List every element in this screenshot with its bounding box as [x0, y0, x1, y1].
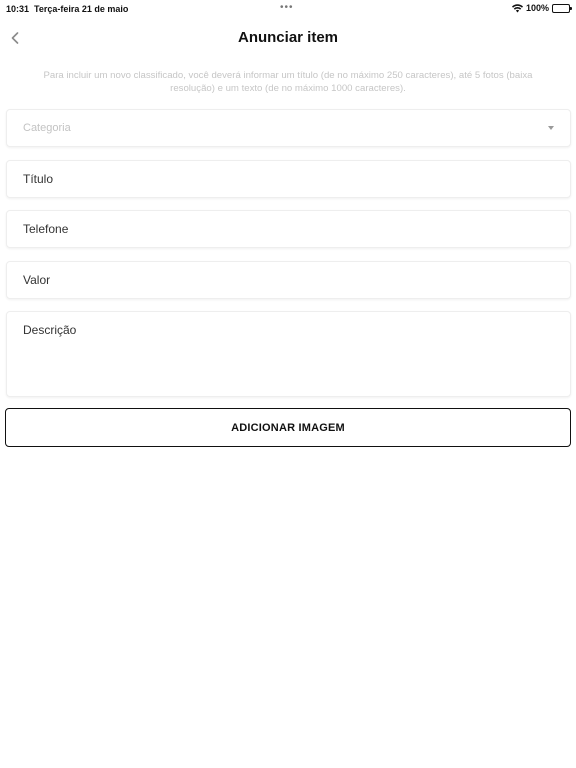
battery-icon	[552, 3, 572, 13]
title-field-wrapper	[6, 160, 571, 198]
category-placeholder: Categoria	[23, 122, 71, 134]
description-field-wrapper	[6, 311, 571, 397]
value-field-wrapper	[6, 261, 571, 299]
battery-percent: 100%	[525, 3, 549, 13]
status-bar: 10:31 Terça-feira 21 de maio ••• 100%	[0, 0, 576, 18]
page-title: Anunciar item	[237, 29, 339, 46]
category-select[interactable]: Categoria	[6, 109, 571, 147]
caret-down-icon	[548, 126, 554, 130]
instructions-text: Para incluir um novo classificado, você …	[43, 70, 533, 94]
phone-input[interactable]	[7, 211, 570, 247]
status-right: 100%	[511, 3, 572, 13]
navigation-bar: Anunciar item	[0, 22, 576, 56]
status-time: 10:31	[6, 4, 30, 14]
add-image-button[interactable]: ADICIONAR IMAGEM	[5, 408, 571, 447]
title-input[interactable]	[7, 161, 570, 197]
multitasking-dots[interactable]: •••	[280, 2, 294, 13]
wifi-icon	[511, 3, 523, 13]
value-input[interactable]	[7, 262, 570, 298]
description-textarea[interactable]	[7, 312, 570, 396]
status-date: Terça-feira 21 de maio	[34, 4, 129, 14]
phone-field-wrapper	[6, 210, 571, 248]
